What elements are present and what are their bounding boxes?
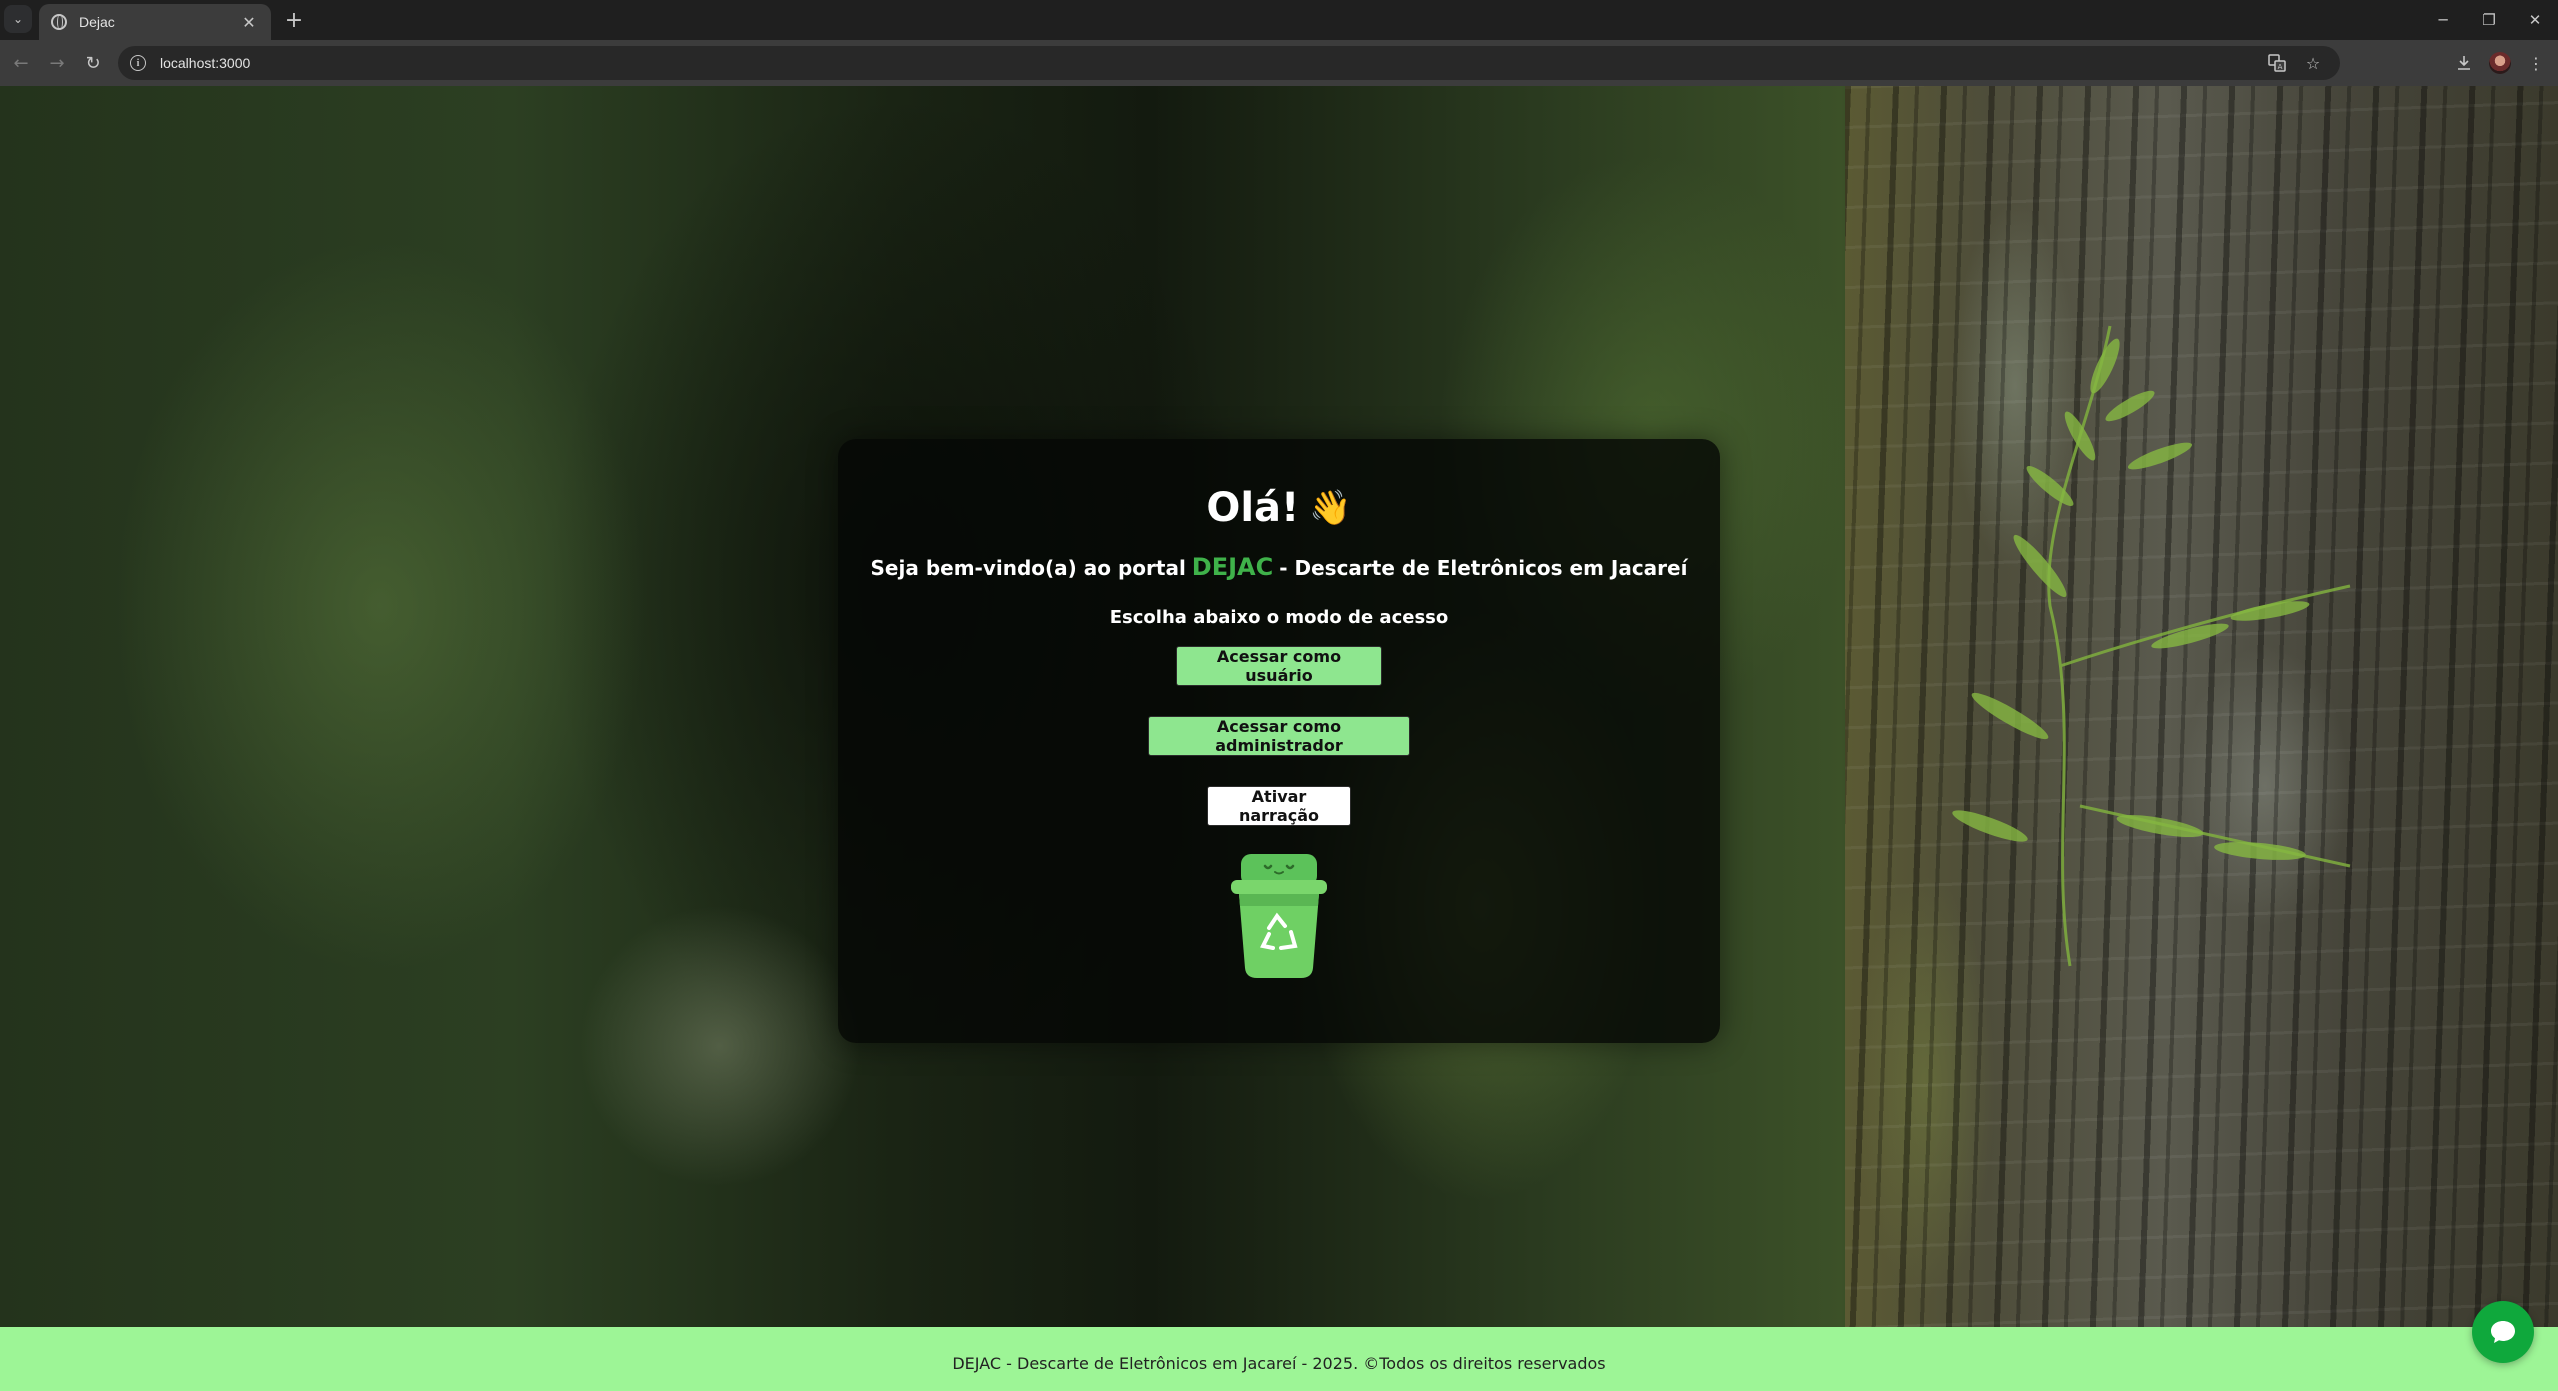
restore-window-button[interactable]: ❐ xyxy=(2466,0,2512,40)
chat-bubble-icon xyxy=(2491,1321,2515,1343)
new-tab-button[interactable]: + xyxy=(280,6,308,34)
greeting-text: Olá! xyxy=(1206,485,1300,531)
minimize-window-button[interactable]: ─ xyxy=(2420,0,2466,40)
site-footer: DEJAC - Descarte de Eletrônicos em Jacar… xyxy=(0,1327,2558,1391)
reload-button[interactable]: ↻ xyxy=(78,48,108,78)
address-bar[interactable]: i localhost:3000 A ☆ xyxy=(118,46,2340,80)
profile-avatar[interactable] xyxy=(2485,48,2515,78)
bookmark-star-icon[interactable]: ☆ xyxy=(2298,46,2328,80)
browser-menu-icon[interactable]: ⋮ xyxy=(2521,48,2551,78)
tab-search-button[interactable]: ⌄ xyxy=(4,5,32,33)
page-viewport: Olá! 👋 Seja bem-vindo(a) ao portal DEJAC… xyxy=(0,86,2558,1391)
welcome-suffix: - Descarte de Eletrônicos em Jacareí xyxy=(1279,556,1688,580)
plant-leaves-image xyxy=(1952,325,2351,967)
waving-hand-icon: 👋 xyxy=(1309,488,1352,528)
forward-button[interactable]: → xyxy=(42,48,72,78)
recycle-bin-mascot-icon xyxy=(1231,854,1327,978)
chat-button[interactable] xyxy=(2472,1301,2534,1363)
welcome-card: Olá! 👋 Seja bem-vindo(a) ao portal DEJAC… xyxy=(838,439,1720,1043)
welcome-prefix: Seja bem-vindo(a) ao portal xyxy=(870,556,1186,580)
site-info-icon[interactable]: i xyxy=(130,55,146,71)
globe-icon xyxy=(51,14,67,30)
svg-text:A: A xyxy=(2278,63,2283,71)
close-tab-icon[interactable]: ✕ xyxy=(239,13,259,32)
tab-title: Dejac xyxy=(79,14,115,30)
browser-tab-strip: ⌄ Dejac ✕ + ─ ❐ ✕ xyxy=(0,0,2558,40)
greeting-heading: Olá! 👋 xyxy=(1206,485,1351,531)
narration-toggle-button[interactable]: Ativar narração xyxy=(1207,786,1351,826)
welcome-message: Seja bem-vindo(a) ao portal DEJAC - Desc… xyxy=(871,553,1688,581)
access-mode-prompt: Escolha abaixo o modo de acesso xyxy=(1109,607,1449,628)
user-access-button[interactable]: Acessar como usuário xyxy=(1176,646,1382,686)
footer-text: DEJAC - Descarte de Eletrônicos em Jacar… xyxy=(952,1353,1606,1373)
url-text: localhost:3000 xyxy=(160,55,251,71)
back-button[interactable]: ← xyxy=(6,48,36,78)
downloads-icon[interactable] xyxy=(2449,48,2479,78)
close-window-button[interactable]: ✕ xyxy=(2512,0,2558,40)
brand-name: DEJAC xyxy=(1191,553,1274,581)
browser-toolbar: ← → ↻ i localhost:3000 A ☆ ⋮ xyxy=(0,40,2558,86)
admin-access-button[interactable]: Acessar como administrador xyxy=(1148,716,1410,756)
translate-icon[interactable]: A xyxy=(2262,46,2292,80)
browser-tab[interactable]: Dejac ✕ xyxy=(39,4,271,40)
